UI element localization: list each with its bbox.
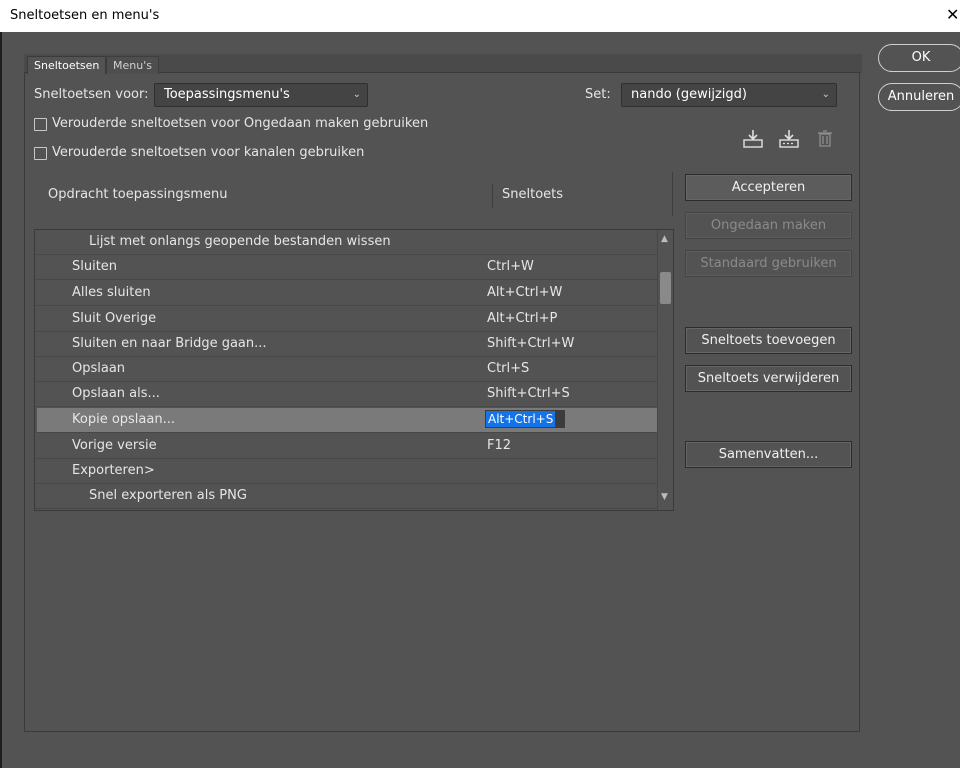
shortcuts-for-label: Sneltoetsen voor: <box>34 87 149 102</box>
shortcut-edit-field[interactable]: Alt+Ctrl+S <box>485 410 565 428</box>
shortcuts-for-select[interactable]: Toepassingsmenu's ⌄ <box>154 83 368 107</box>
shortcuts-for-value: Toepassingsmenu's <box>164 87 290 102</box>
row-command: Vorige versie <box>72 438 157 453</box>
table-row[interactable]: Sluit Overige Alt+Ctrl+P <box>35 307 657 332</box>
row-shortcut: Ctrl+S <box>487 361 530 376</box>
table-row[interactable]: Vorige versie F12 <box>35 434 657 459</box>
row-command: Opslaan <box>72 361 126 376</box>
row-command: Sluiten <box>72 259 118 274</box>
row-command: Sluiten en naar Bridge gaan... <box>72 336 267 351</box>
scroll-thumb[interactable] <box>660 272 671 304</box>
set-select[interactable]: nando (gewijzigd) ⌄ <box>621 83 837 107</box>
set-label: Set: <box>585 87 611 102</box>
table-row[interactable]: Opslaan als... Shift+Ctrl+S <box>35 382 657 407</box>
legacy-channels-checkbox[interactable] <box>34 147 47 160</box>
table-row[interactable]: Lijst met onlangs geopende bestanden wis… <box>35 230 657 255</box>
row-shortcut: Alt+Ctrl+W <box>487 285 563 300</box>
row-command: Snel exporteren als PNG <box>89 488 247 503</box>
table-row[interactable]: Alles sluiten Alt+Ctrl+W <box>35 281 657 306</box>
table-row[interactable]: Opslaan Ctrl+S <box>35 357 657 382</box>
table-row-selected[interactable]: Kopie opslaan... Alt+Ctrl+S <box>37 408 657 433</box>
remove-shortcut-button[interactable]: Sneltoets verwijderen <box>685 365 852 392</box>
scroll-up-icon[interactable]: ▲ <box>661 234 668 244</box>
column-separator[interactable] <box>492 184 493 208</box>
title-bar: Sneltoetsen en menu's ✕ <box>0 0 960 32</box>
column-command-header: Opdracht toepassingsmenu <box>48 187 228 202</box>
row-shortcut: Alt+Ctrl+P <box>487 311 558 326</box>
new-set-icon[interactable] <box>778 128 800 150</box>
shortcuts-table: Lijst met onlangs geopende bestanden wis… <box>34 229 674 511</box>
table-scrollbar[interactable]: ▲ ▼ <box>657 230 673 510</box>
row-shortcut: Shift+Ctrl+W <box>487 336 575 351</box>
set-value: nando (gewijzigd) <box>631 87 747 102</box>
table-row[interactable]: Exporteren> <box>35 459 657 484</box>
tab-menus[interactable]: Menu's <box>106 56 159 74</box>
row-command: Kopie opslaan... <box>72 412 175 427</box>
chevron-down-icon: ⌄ <box>352 89 361 100</box>
row-command: Alles sluiten <box>72 285 151 300</box>
row-shortcut: Shift+Ctrl+S <box>487 386 570 401</box>
save-set-icon[interactable] <box>742 128 764 150</box>
table-header: Opdracht toepassingsmenu Sneltoets <box>34 172 674 216</box>
add-shortcut-button[interactable]: Sneltoets toevoegen <box>685 327 852 354</box>
row-shortcut: F12 <box>487 438 512 453</box>
legacy-undo-label: Verouderde sneltoetsen voor Ongedaan mak… <box>52 116 429 131</box>
row-shortcut: Ctrl+W <box>487 259 534 274</box>
ok-button[interactable]: OK <box>878 44 960 72</box>
accept-button[interactable]: Accepteren <box>685 174 852 201</box>
row-command: Lijst met onlangs geopende bestanden wis… <box>89 234 391 249</box>
tab-shortcuts[interactable]: Sneltoetsen <box>27 56 107 74</box>
cancel-button[interactable]: Annuleren <box>878 83 960 111</box>
column-shortcut-header: Sneltoets <box>502 187 564 202</box>
row-command: Sluit Overige <box>72 311 157 326</box>
summarize-button[interactable]: Samenvatten... <box>685 441 852 468</box>
header-divider <box>672 172 673 216</box>
window-title: Sneltoetsen en menu's <box>10 8 160 23</box>
window-edge <box>0 32 2 768</box>
row-command: Exporteren> <box>72 463 155 478</box>
undo-button[interactable]: Ongedaan maken <box>685 212 852 239</box>
trash-icon[interactable] <box>814 128 836 150</box>
shortcut-edit-value: Alt+Ctrl+S <box>486 411 556 427</box>
scroll-down-icon[interactable]: ▼ <box>661 492 668 502</box>
legacy-channels-label: Verouderde sneltoetsen voor kanalen gebr… <box>52 145 365 160</box>
table-row[interactable]: Sluiten en naar Bridge gaan... Shift+Ctr… <box>35 332 657 357</box>
table-row[interactable]: Snel exporteren als PNG <box>35 484 657 509</box>
use-default-button[interactable]: Standaard gebruiken <box>685 250 852 277</box>
row-command: Opslaan als... <box>72 386 160 401</box>
legacy-undo-checkbox[interactable] <box>34 118 47 131</box>
chevron-down-icon: ⌄ <box>821 89 830 100</box>
table-row[interactable]: Sluiten Ctrl+W <box>35 255 657 280</box>
close-icon[interactable]: ✕ <box>946 5 960 25</box>
